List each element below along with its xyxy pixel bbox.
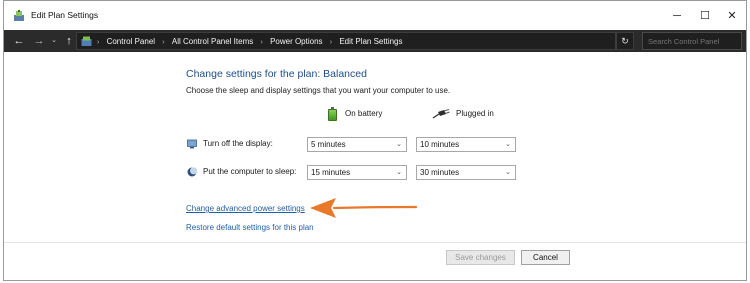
chevron-down-icon: ⌄ xyxy=(396,141,402,148)
sleep-moon-icon xyxy=(187,167,197,177)
up-button[interactable]: ↑ xyxy=(62,33,76,49)
display-icon xyxy=(187,139,197,149)
address-path-field[interactable]: › Control Panel › All Control Panel Item… xyxy=(76,32,676,51)
forward-button[interactable]: → xyxy=(32,33,46,49)
breadcrumb-all-control-panel-items[interactable]: All Control Panel Items xyxy=(172,33,253,50)
minimize-button[interactable]: ─ xyxy=(662,6,692,26)
display-on-battery-value: 5 minutes xyxy=(311,140,346,149)
maximize-button[interactable]: ☐ xyxy=(690,6,720,26)
power-options-icon xyxy=(14,10,24,21)
footer-divider xyxy=(4,242,746,243)
chevron-down-icon: ⌄ xyxy=(396,169,402,176)
put-computer-to-sleep-label: Put the computer to sleep: xyxy=(203,167,297,176)
breadcrumb-control-panel[interactable]: Control Panel xyxy=(107,33,155,50)
title-bar: Edit Plan Settings ─ ☐ ✕ xyxy=(4,1,746,30)
display-plugged-in-value: 10 minutes xyxy=(420,140,460,149)
breadcrumb-separator: › xyxy=(329,39,333,46)
breadcrumb: › Control Panel › All Control Panel Item… xyxy=(94,33,403,51)
sleep-on-battery-select[interactable]: 15 minutes ⌄ xyxy=(307,165,407,180)
breadcrumb-edit-plan-settings[interactable]: Edit Plan Settings xyxy=(339,33,402,50)
breadcrumb-separator: › xyxy=(162,39,165,46)
plugged-in-header: Plugged in xyxy=(432,106,494,122)
chevron-down-icon: ⌄ xyxy=(505,141,511,148)
back-button[interactable]: ← xyxy=(12,33,26,49)
sleep-plugged-in-select[interactable]: 30 minutes ⌄ xyxy=(416,165,516,180)
display-plugged-in-select[interactable]: 10 minutes ⌄ xyxy=(416,137,516,152)
chevron-down-icon: ⌄ xyxy=(505,169,511,176)
breadcrumb-separator: › xyxy=(97,39,100,46)
sleep-on-battery-value: 15 minutes xyxy=(311,168,351,177)
battery-icon xyxy=(328,106,337,121)
control-panel-icon xyxy=(81,36,92,46)
address-bar: ← → ⌄ ↑ › Control Panel › All Control Pa… xyxy=(4,30,746,52)
save-changes-button[interactable]: Save changes xyxy=(446,250,515,265)
on-battery-label: On battery xyxy=(345,109,383,118)
breadcrumb-separator: › xyxy=(260,39,263,46)
annotation-arrow-icon xyxy=(310,198,418,218)
window-title: Edit Plan Settings xyxy=(31,10,99,20)
breadcrumb-power-options[interactable]: Power Options xyxy=(270,33,322,50)
turn-off-display-label: Turn off the display: xyxy=(203,139,273,148)
change-advanced-power-settings-link[interactable]: Change advanced power settings xyxy=(186,204,305,213)
restore-default-settings-link[interactable]: Restore default settings for this plan xyxy=(186,223,314,232)
plugged-in-label: Plugged in xyxy=(456,109,494,118)
cancel-button[interactable]: Cancel xyxy=(521,250,570,265)
close-button[interactable]: ✕ xyxy=(717,6,747,26)
recent-locations-button[interactable]: ⌄ xyxy=(47,33,61,49)
on-battery-header: On battery xyxy=(328,106,382,122)
refresh-button[interactable]: ↻ xyxy=(616,32,634,50)
edit-plan-settings-window: Edit Plan Settings ─ ☐ ✕ ← → ⌄ ↑ › Contr… xyxy=(3,0,747,281)
page-subtitle: Choose the sleep and display settings th… xyxy=(186,86,451,95)
sleep-plugged-in-value: 30 minutes xyxy=(420,168,460,177)
plug-icon xyxy=(432,108,450,119)
page-title: Change settings for the plan: Balanced xyxy=(186,68,367,80)
search-input[interactable] xyxy=(642,32,742,50)
display-on-battery-select[interactable]: 5 minutes ⌄ xyxy=(307,137,407,152)
